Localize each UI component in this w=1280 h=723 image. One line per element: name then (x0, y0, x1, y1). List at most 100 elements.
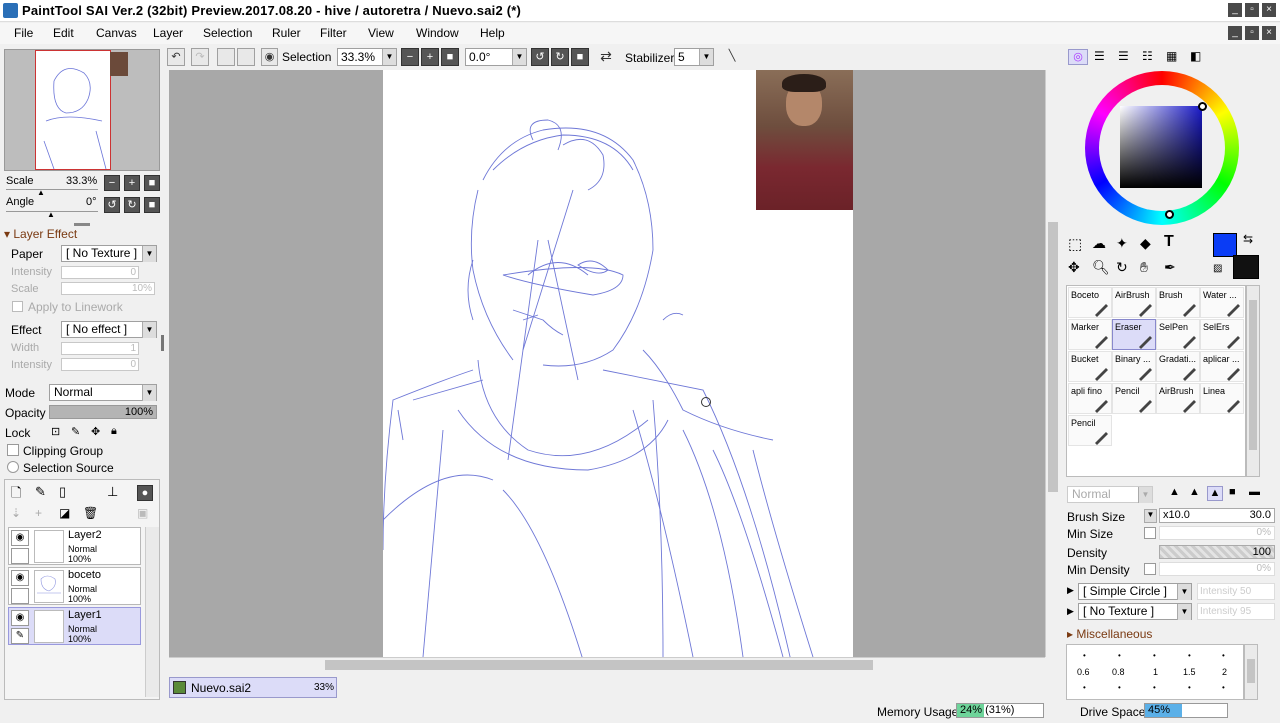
scratchpad-tab[interactable]: ◧ (1190, 49, 1201, 63)
lock-move-icon[interactable]: ✥ (91, 425, 100, 438)
menu-file[interactable]: File (14, 26, 33, 40)
sv-picker-handle[interactable] (1198, 102, 1207, 111)
tool-2[interactable]: Brush (1156, 287, 1200, 318)
horizontal-scroll-thumb[interactable] (325, 660, 873, 670)
canvas-horizontal-scrollbar[interactable] (169, 657, 1045, 672)
tool-16[interactable]: Pencil (1068, 415, 1112, 446)
menu-selection[interactable]: Selection (203, 26, 252, 40)
texture-intensity-slider[interactable]: Intensity 95 (1197, 603, 1275, 620)
brush-texture-dropdown[interactable]: [ No Texture ] ▼ (1078, 603, 1192, 620)
min-density-slider[interactable]: 0% (1159, 562, 1275, 576)
doc-restore-button[interactable]: ▫ (1245, 26, 1259, 40)
merge-down-icon[interactable]: + (35, 506, 42, 520)
deselect-button[interactable] (217, 48, 235, 66)
lock-paint-icon[interactable]: ✎ (71, 425, 80, 438)
tool-scroll-thumb[interactable] (1249, 300, 1257, 450)
menu-filter[interactable]: Filter (320, 26, 347, 40)
tool-9[interactable]: Binary ... (1112, 351, 1156, 382)
undo-button[interactable]: ↶ (167, 48, 185, 66)
brush-shape-presets[interactable]: ▲ ▲ ▲ ■ ▬ (1159, 486, 1277, 503)
primary-color-swatch[interactable] (1213, 233, 1237, 257)
navigator-viewport[interactable] (35, 50, 111, 170)
tool-12[interactable]: apli fino (1068, 383, 1112, 414)
menu-window[interactable]: Window (416, 26, 459, 40)
rotate-view-icon[interactable]: ↻ (1116, 259, 1128, 276)
shape-preset-4[interactable]: ■ (1229, 486, 1236, 498)
opacity-slider[interactable]: 100% (49, 405, 157, 419)
eyedropper-icon[interactable]: ✒ (1164, 259, 1176, 276)
stabilizer-dropdown[interactable]: 5 ▼ (674, 48, 714, 66)
close-button[interactable]: × (1262, 3, 1276, 17)
redo-button[interactable]: ↷ (191, 48, 209, 66)
shape-preset-1[interactable]: ▲ (1169, 486, 1180, 498)
menu-canvas[interactable]: Canvas (96, 26, 137, 40)
zoom-icon[interactable]: 🔍︎ (1092, 259, 1110, 276)
maximize-button[interactable]: ▫ (1245, 3, 1259, 17)
rotate-reset-button[interactable]: ■ (571, 48, 589, 66)
effect-intensity-slider[interactable]: 0 (61, 358, 139, 371)
magic-wand-icon[interactable]: ✦ (1116, 235, 1128, 252)
canvas-vertical-scrollbar[interactable] (1045, 70, 1060, 657)
effect-width-slider[interactable]: 1 (61, 342, 139, 355)
flip-icon[interactable]: ⇄ (597, 48, 615, 66)
tool-8[interactable]: Bucket (1068, 351, 1112, 382)
brush-shape-dropdown[interactable]: [ Simple Circle ] ▼ (1078, 583, 1192, 600)
rect-select-icon[interactable]: ⬚ (1068, 235, 1082, 253)
transparent-color-icon[interactable]: ▨ (1213, 263, 1222, 274)
tool-5[interactable]: Eraser (1112, 319, 1156, 350)
expand-shape-arrow[interactable]: ▶ (1067, 585, 1074, 596)
scale-down-button[interactable]: − (104, 175, 120, 191)
paper-texture-dropdown[interactable]: [ No Texture ] ▼ (61, 245, 157, 262)
saturation-value-square[interactable] (1120, 106, 1202, 188)
tool-15[interactable]: Linea (1200, 383, 1244, 414)
color-wheel-tab[interactable]: ◎ (1068, 49, 1088, 65)
apply-mask-icon[interactable]: ▣ (137, 506, 148, 520)
mask-button[interactable]: ● (137, 485, 153, 501)
apply-linework-checkbox[interactable] (12, 301, 23, 312)
rotate-left-button[interactable]: ↺ (104, 197, 120, 213)
canvas-area[interactable] (169, 70, 1045, 657)
zoom-reset-button[interactable]: ■ (441, 48, 459, 66)
menu-edit[interactable]: Edit (53, 26, 74, 40)
paper-scale-slider[interactable]: 10% (61, 282, 155, 295)
layer-row-boceto[interactable]: ◉ boceto Normal 100% (8, 567, 141, 605)
new-layer-icon[interactable]: 🗋︎ (11, 484, 21, 506)
rotate-cw-button[interactable]: ↻ (551, 48, 569, 66)
shape-intensity-slider[interactable]: Intensity 50 (1197, 583, 1275, 600)
swatches-tab[interactable]: ▦ (1166, 49, 1177, 63)
miscellaneous-header[interactable]: ▸ Miscellaneous (1067, 627, 1152, 641)
paper-intensity-slider[interactable]: 0 (61, 266, 139, 279)
document-tab[interactable]: Nuevo.sai2 33% (169, 677, 337, 698)
transfer-down-icon[interactable]: ⇣ (11, 506, 21, 520)
swap-colors-icon[interactable]: ⇆ (1243, 232, 1253, 246)
menu-help[interactable]: Help (480, 26, 505, 40)
new-linework-layer-icon[interactable]: ✎ (35, 484, 46, 500)
scale-slider[interactable] (6, 189, 98, 190)
brush-size-range-dropdown[interactable]: ▼ (1144, 509, 1157, 523)
drawing-canvas[interactable] (383, 70, 853, 657)
doc-minimize-button[interactable]: _ (1228, 26, 1242, 40)
doc-close-button[interactable]: × (1262, 26, 1276, 40)
tool-0[interactable]: Boceto (1068, 287, 1112, 318)
minimize-button[interactable]: _ (1228, 3, 1242, 17)
lasso-icon[interactable]: ☁ (1092, 235, 1106, 252)
layer-row-layer2[interactable]: ◉ Layer2 Normal 100% (8, 527, 141, 565)
menu-view[interactable]: View (368, 26, 394, 40)
layer-lock-toggle[interactable] (11, 548, 29, 564)
navigator[interactable] (4, 49, 160, 171)
blend-mode-dropdown[interactable]: Normal ▼ (49, 384, 157, 401)
trash-icon[interactable]: 🗑︎ (83, 506, 98, 520)
clear-layer-icon[interactable]: ◪ (59, 506, 70, 520)
tool-6[interactable]: SelPen (1156, 319, 1200, 350)
visibility-eye-icon[interactable]: ◉ (11, 530, 29, 546)
tool-4[interactable]: Marker (1068, 319, 1112, 350)
rotate-right-button[interactable]: ↻ (124, 197, 140, 213)
min-size-checkbox[interactable] (1144, 527, 1156, 539)
scale-slider-handle[interactable]: ▲ (37, 188, 45, 197)
zoom-out-button[interactable]: − (401, 48, 419, 66)
vertical-scroll-thumb[interactable] (1048, 222, 1058, 492)
hue-picker-handle[interactable] (1165, 210, 1174, 219)
tool-10[interactable]: Gradati... (1156, 351, 1200, 382)
shape-icon[interactable]: ◆ (1140, 235, 1151, 252)
rgb-slider-tab[interactable]: ☰ (1094, 49, 1105, 63)
